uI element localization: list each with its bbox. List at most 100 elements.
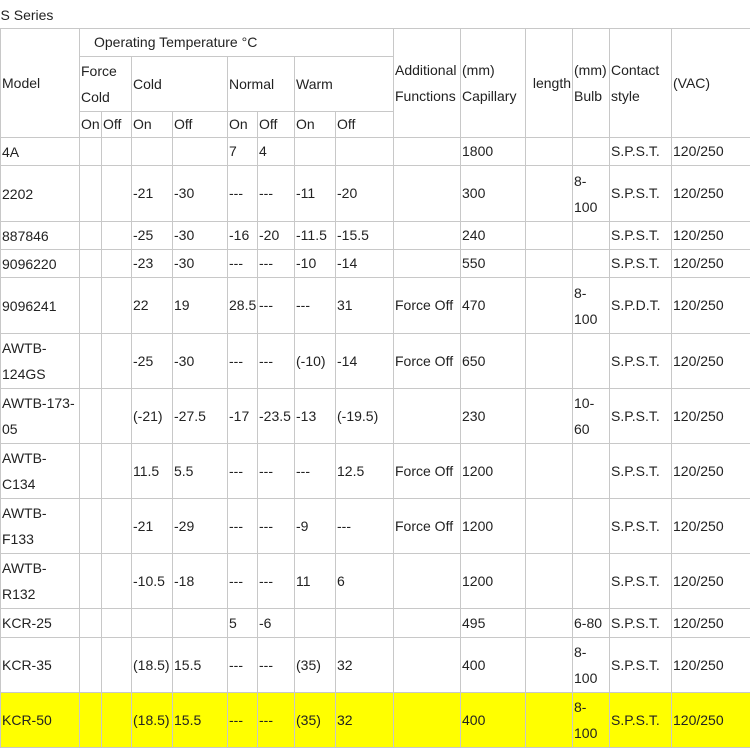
- cold-on-cell: 22: [131, 277, 173, 334]
- capillary-cell: 400: [460, 637, 526, 693]
- header-normal: Normal: [227, 56, 295, 112]
- vac-cell: 120/250: [670, 137, 750, 166]
- force-cold-off-cell: [101, 249, 132, 278]
- capillary-cell: 1200: [460, 498, 526, 554]
- header-normal-on: On: [227, 111, 258, 138]
- cold-on-cell: 11.5: [131, 443, 173, 499]
- header-cold-on: On: [131, 111, 173, 138]
- model-cell: 2202: [0, 165, 80, 222]
- normal-off-cell: -20: [257, 221, 295, 250]
- table-row: AWTB-C134 11.5 5.5 --- --- --- 12.5 Force Off 12…: [0, 443, 750, 499]
- additional-functions-cell: [393, 637, 461, 693]
- force-cold-off-cell: [101, 333, 132, 389]
- cold-on-cell: [131, 137, 173, 166]
- force-cold-off-cell: [101, 637, 132, 693]
- warm-off-cell: 32: [335, 637, 394, 693]
- header-model: Model: [0, 28, 80, 138]
- model-cell: 9096220: [0, 249, 80, 278]
- cold-off-cell: -30: [172, 249, 228, 278]
- table-row: 9096220 -23 -30 --- --- -10 -14 550 S.P.S.T. 120/…: [0, 249, 750, 278]
- normal-on-cell: ---: [227, 249, 258, 278]
- contact-style-cell: S.P.S.T.: [609, 388, 672, 444]
- header-cold-off: Off: [172, 111, 228, 138]
- normal-off-cell: ---: [257, 637, 295, 693]
- warm-off-cell: (-19.5): [335, 388, 394, 444]
- bulb-cell: [572, 333, 610, 389]
- additional-functions-cell: Force Off: [393, 443, 461, 499]
- contact-style-cell: S.P.S.T.: [609, 498, 672, 554]
- vac-cell: 120/250: [670, 553, 750, 609]
- warm-off-cell: 32: [335, 692, 394, 748]
- header-vac: (VAC): [670, 28, 750, 138]
- additional-functions-cell: [393, 553, 461, 609]
- bulb-cell: [572, 443, 610, 499]
- additional-functions-cell: [393, 692, 461, 748]
- contact-style-cell: S.P.S.T.: [609, 637, 672, 693]
- normal-off-cell: -6: [257, 608, 295, 638]
- capillary-cell: 470: [460, 277, 526, 334]
- vac-cell: 120/250: [670, 498, 750, 554]
- bulb-cell: 8-100: [572, 277, 610, 334]
- capillary-cell: 300: [460, 165, 526, 222]
- normal-on-cell: -16: [227, 221, 258, 250]
- warm-off-cell: -14: [335, 249, 394, 278]
- force-cold-on-cell: [79, 608, 102, 638]
- normal-on-cell: -17: [227, 388, 258, 444]
- header-bulb: (mm) Bulb: [572, 28, 610, 138]
- warm-on-cell: (-10): [294, 333, 336, 389]
- contact-style-cell: S.P.S.T.: [609, 443, 672, 499]
- capillary-cell: 1800: [460, 137, 526, 166]
- contact-style-cell: S.P.S.T.: [609, 608, 672, 638]
- length-cell: [525, 249, 573, 278]
- normal-off-cell: -23.5: [257, 388, 295, 444]
- force-cold-on-cell: [79, 277, 102, 334]
- warm-off-cell: 12.5: [335, 443, 394, 499]
- normal-on-cell: ---: [227, 333, 258, 389]
- cold-off-cell: -29: [172, 498, 228, 554]
- force-cold-on-cell: [79, 388, 102, 444]
- capillary-cell: 650: [460, 333, 526, 389]
- warm-on-cell: -9: [294, 498, 336, 554]
- force-cold-on-cell: [79, 333, 102, 389]
- header-warm-off: Off: [335, 111, 394, 138]
- warm-on-cell: 11: [294, 553, 336, 609]
- cold-off-cell: -27.5: [172, 388, 228, 444]
- cold-off-cell: [172, 608, 228, 638]
- force-cold-off-cell: [101, 443, 132, 499]
- normal-on-cell: 28.5: [227, 277, 258, 334]
- length-cell: [525, 692, 573, 748]
- model-cell: 4A: [0, 137, 80, 166]
- force-cold-on-cell: [79, 249, 102, 278]
- contact-style-cell: S.P.S.T.: [609, 249, 672, 278]
- contact-style-cell: S.P.S.T.: [609, 221, 672, 250]
- capillary-cell: 400: [460, 692, 526, 748]
- cold-on-cell: (18.5): [131, 637, 173, 693]
- capillary-cell: 1200: [460, 553, 526, 609]
- header-force-cold-on: On: [79, 111, 102, 138]
- normal-off-cell: ---: [257, 498, 295, 554]
- header-warm-on: On: [294, 111, 336, 138]
- bulb-cell: 6-80: [572, 608, 610, 638]
- force-cold-off-cell: [101, 498, 132, 554]
- capillary-cell: 1200: [460, 443, 526, 499]
- cold-off-cell: [172, 137, 228, 166]
- length-cell: [525, 221, 573, 250]
- warm-on-cell: -11.5: [294, 221, 336, 250]
- header-contact-style: Contact style: [609, 28, 672, 138]
- cold-on-cell: -21: [131, 498, 173, 554]
- bulb-cell: 8-100: [572, 692, 610, 748]
- capillary-cell: 550: [460, 249, 526, 278]
- model-cell: KCR-25: [0, 608, 80, 638]
- normal-off-cell: ---: [257, 165, 295, 222]
- force-cold-off-cell: [101, 165, 132, 222]
- normal-on-cell: ---: [227, 637, 258, 693]
- cold-on-cell: -25: [131, 333, 173, 389]
- table-row: AWTB-173-05 (-21) -27.5 -17 -23.5 -13 (-19.5) 2…: [0, 388, 750, 444]
- table-row: AWTB-R132 -10.5 -18 --- --- 11 6 1200 S.P.S.T. 12…: [0, 553, 750, 609]
- length-cell: [525, 137, 573, 166]
- cold-on-cell: (-21): [131, 388, 173, 444]
- warm-on-cell: (35): [294, 692, 336, 748]
- vac-cell: 120/250: [670, 221, 750, 250]
- cold-off-cell: -30: [172, 221, 228, 250]
- cold-off-cell: 5.5: [172, 443, 228, 499]
